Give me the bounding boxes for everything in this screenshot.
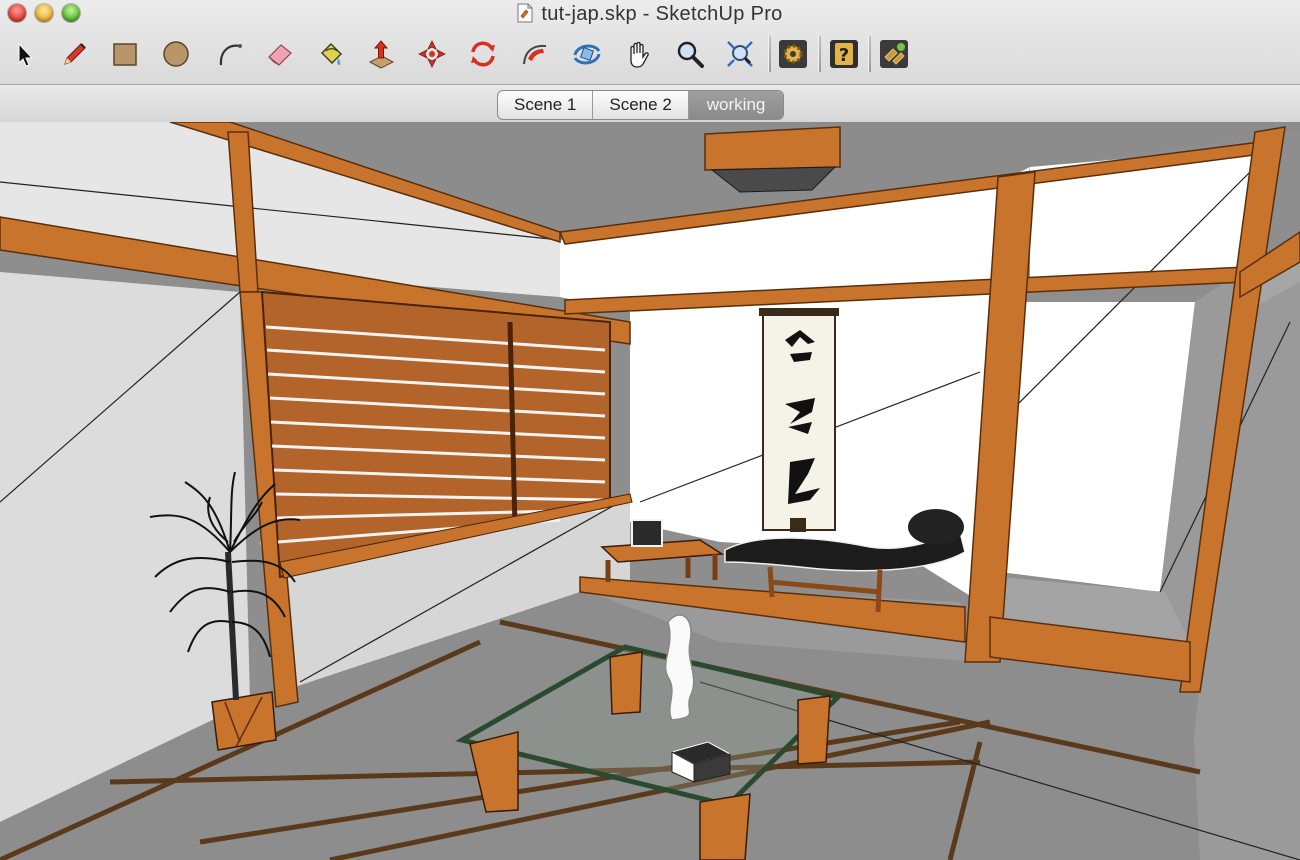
scene-tabs: Scene 1 Scene 2 working [497, 90, 785, 120]
plant-pot [211, 691, 277, 751]
document-icon [517, 3, 533, 23]
follow-me-tool[interactable] [515, 34, 555, 74]
push-pull-tool[interactable] [361, 34, 401, 74]
zoom-tool-icon [677, 41, 704, 68]
lounge-chair-headrest [908, 509, 964, 545]
table-leg-back-left [609, 651, 643, 715]
rotate-tool-icon [471, 41, 495, 67]
svg-text:?: ? [839, 45, 849, 66]
move-tool[interactable] [412, 34, 452, 74]
arc-tool-icon [219, 44, 242, 66]
settings-gear-icon [779, 40, 807, 68]
table-leg-back-right [797, 695, 831, 765]
sketchup-window: tut-jap.skp - SketchUp Pro ? Scene 1 Sce… [0, 0, 1300, 860]
circle-tool[interactable] [156, 34, 196, 74]
rectangle-tool[interactable] [105, 34, 145, 74]
tab-scene-1[interactable]: Scene 1 [498, 91, 594, 119]
zoom-extents-tool[interactable] [720, 34, 760, 74]
scroll-rod [759, 308, 839, 316]
help-icon: ? [830, 40, 858, 68]
rotate-tool[interactable] [463, 34, 503, 74]
settings-button[interactable] [773, 34, 813, 74]
scenes-bar: Scene 1 Scene 2 working [0, 84, 1300, 123]
pan-tool[interactable] [619, 34, 659, 74]
eraser-tool[interactable] [260, 34, 300, 74]
ceiling-lamp [704, 126, 841, 171]
zoom-tool[interactable] [670, 34, 710, 74]
line-tool[interactable] [54, 34, 94, 74]
pan-tool-icon [630, 41, 649, 68]
select-tool-icon [18, 42, 34, 67]
orbit-tool-icon [573, 44, 601, 65]
paint-bucket-tool[interactable] [311, 34, 351, 74]
white-sculpture [664, 614, 695, 721]
toolbar-separator [868, 36, 871, 72]
scroll-weight [790, 518, 806, 532]
arc-tool[interactable] [210, 34, 250, 74]
window-title: tut-jap.skp - SketchUp Pro [541, 3, 783, 25]
follow-me-tool-icon [523, 44, 547, 65]
select-tool[interactable] [4, 34, 44, 74]
window-title-area: tut-jap.skp - SketchUp Pro [0, 3, 1300, 26]
tab-working[interactable]: working [688, 91, 784, 119]
tab-scene-2[interactable]: Scene 2 [593, 91, 689, 119]
toolbar-separator [768, 36, 771, 72]
extension-warehouse-icon [880, 40, 908, 68]
circle-tool-icon [163, 41, 189, 67]
rectangle-tool-icon [113, 43, 137, 66]
push-pull-tool-icon [368, 40, 395, 69]
paint-bucket-tool-icon [321, 43, 342, 65]
toolbar-separator [818, 36, 821, 72]
eraser-tool-icon [268, 44, 292, 66]
extension-warehouse-button[interactable] [874, 34, 914, 74]
move-tool-icon [418, 40, 446, 68]
pencil-tool-icon [64, 43, 86, 65]
instructor-button[interactable]: ? [824, 34, 864, 74]
main-toolbar: ? [0, 34, 1300, 78]
zoom-extents-tool-icon [727, 41, 753, 67]
drawing-viewport[interactable] [0, 122, 1300, 860]
alcove-object [631, 519, 663, 547]
model-render[interactable] [0, 122, 1300, 860]
table-leg-front-right [699, 793, 751, 860]
orbit-tool[interactable] [567, 34, 607, 74]
